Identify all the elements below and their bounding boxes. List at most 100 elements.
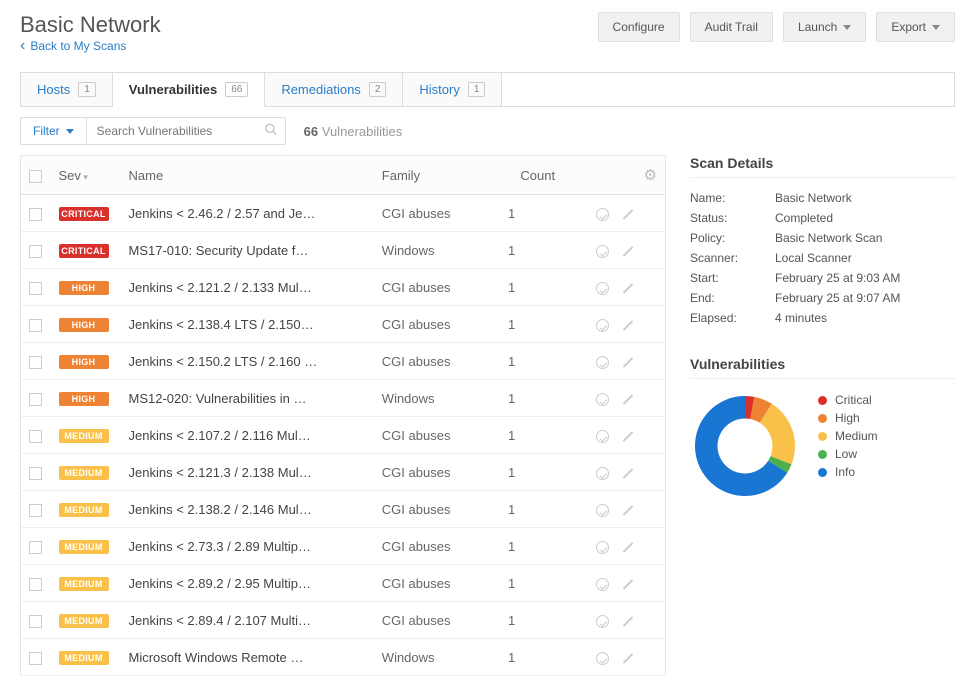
vuln-family: CGI abuses [374,417,500,454]
table-row[interactable]: MEDIUMJenkins < 2.89.2 / 2.95 Multip…CGI… [21,565,666,602]
edit-icon[interactable] [622,283,633,294]
col-family[interactable]: Family [374,156,500,195]
detail-row: Name:Basic Network [690,188,955,208]
detail-row: Scanner:Local Scanner [690,248,955,268]
search-icon[interactable] [264,123,278,140]
tab-history[interactable]: History1 [403,73,502,107]
accept-icon[interactable] [596,245,609,258]
accept-icon[interactable] [596,282,609,295]
row-checkbox[interactable] [29,393,42,406]
edit-icon[interactable] [622,653,633,664]
vuln-family: CGI abuses [374,343,500,380]
col-severity[interactable]: Sev [51,156,121,195]
row-checkbox[interactable] [29,652,42,665]
edit-icon[interactable] [622,468,633,479]
accept-icon[interactable] [596,430,609,443]
vuln-name: MS12-020: Vulnerabilities in … [121,380,374,417]
col-name[interactable]: Name [121,156,374,195]
vuln-count: 1 [500,232,576,269]
row-checkbox[interactable] [29,245,42,258]
vuln-donut-chart [690,391,800,501]
back-to-scans-link[interactable]: Back to My Scans [20,38,126,54]
tab-hosts[interactable]: Hosts1 [21,73,113,107]
legend-item[interactable]: Low [818,445,878,463]
edit-icon[interactable] [622,320,633,331]
edit-icon[interactable] [622,542,633,553]
table-row[interactable]: CRITICALJenkins < 2.46.2 / 2.57 and Je…C… [21,195,666,232]
accept-icon[interactable] [596,541,609,554]
legend-label: Critical [835,393,872,407]
vuln-count: 1 [500,565,576,602]
edit-icon[interactable] [622,209,633,220]
table-row[interactable]: HIGHJenkins < 2.121.2 / 2.133 Mul…CGI ab… [21,269,666,306]
table-row[interactable]: CRITICALMS17-010: Security Update f…Wind… [21,232,666,269]
edit-icon[interactable] [622,357,633,368]
accept-icon[interactable] [596,652,609,665]
launch-button[interactable]: Launch [783,12,866,42]
legend-label: Low [835,447,857,461]
row-checkbox[interactable] [29,504,42,517]
table-row[interactable]: MEDIUMJenkins < 2.89.4 / 2.107 Multi…CGI… [21,602,666,639]
edit-icon[interactable] [622,579,633,590]
table-row[interactable]: MEDIUMJenkins < 2.121.3 / 2.138 Mul…CGI … [21,454,666,491]
row-checkbox[interactable] [29,615,42,628]
severity-badge: HIGH [59,355,109,369]
legend-label: Medium [835,429,878,443]
row-checkbox[interactable] [29,208,42,221]
vulnerabilities-table: Sev Name Family Count ⚙ CRITICALJenkins … [20,155,666,676]
table-row[interactable]: MEDIUMJenkins < 2.138.2 / 2.146 Mul…CGI … [21,491,666,528]
legend-item[interactable]: Critical [818,391,878,409]
detail-key: Start: [690,271,775,285]
vulnerabilities-panel: Vulnerabilities CriticalHighMediumLowInf… [690,356,955,501]
table-row[interactable]: MEDIUMMicrosoft Windows Remote …Windows1 [21,639,666,676]
configure-button[interactable]: Configure [598,12,680,42]
gear-icon[interactable]: ⚙ [644,167,657,184]
row-checkbox[interactable] [29,541,42,554]
row-checkbox[interactable] [29,319,42,332]
table-row[interactable]: MEDIUMJenkins < 2.73.3 / 2.89 Multip…CGI… [21,528,666,565]
toolbar: Filter 66 Vulnerabilities [20,107,955,155]
select-all-checkbox[interactable] [29,170,42,183]
accept-icon[interactable] [596,319,609,332]
accept-icon[interactable] [596,467,609,480]
legend-label: Info [835,465,855,479]
edit-icon[interactable] [622,431,633,442]
vuln-name: Jenkins < 2.138.2 / 2.146 Mul… [121,491,374,528]
col-count[interactable]: Count [500,156,576,195]
row-checkbox[interactable] [29,356,42,369]
tab-vulnerabilities[interactable]: Vulnerabilities66 [113,73,266,107]
table-row[interactable]: HIGHJenkins < 2.138.4 LTS / 2.150…CGI ab… [21,306,666,343]
edit-icon[interactable] [622,616,633,627]
legend-item[interactable]: Medium [818,427,878,445]
table-row[interactable]: HIGH Jenkins < 2.150.2 LTS / 2.160 …CGI a… [21,343,666,380]
edit-icon[interactable] [622,394,633,405]
audit-trail-button[interactable]: Audit Trail [690,12,773,42]
accept-icon[interactable] [596,578,609,591]
vuln-name: Jenkins < 2.89.2 / 2.95 Multip… [121,565,374,602]
accept-icon[interactable] [596,393,609,406]
search-input[interactable] [86,117,286,145]
accept-icon[interactable] [596,208,609,221]
vuln-name: Jenkins < 2.150.2 LTS / 2.160 … [121,343,374,380]
accept-icon[interactable] [596,615,609,628]
edit-icon[interactable] [622,246,633,257]
tab-remediations[interactable]: Remediations2 [265,73,403,107]
legend-item[interactable]: Info [818,463,878,481]
accept-icon[interactable] [596,504,609,517]
row-checkbox[interactable] [29,467,42,480]
table-row[interactable]: HIGHMS12-020: Vulnerabilities in …Window… [21,380,666,417]
row-checkbox[interactable] [29,430,42,443]
filter-button[interactable]: Filter [20,117,86,145]
vuln-family: CGI abuses [374,602,500,639]
table-row[interactable]: MEDIUMJenkins < 2.107.2 / 2.116 Mul…CGI … [21,417,666,454]
export-button[interactable]: Export [876,12,955,42]
row-checkbox[interactable] [29,282,42,295]
severity-badge: MEDIUM [59,466,109,480]
severity-badge: MEDIUM [59,540,109,554]
accept-icon[interactable] [596,356,609,369]
tab-history-count: 1 [468,82,486,97]
edit-icon[interactable] [622,505,633,516]
severity-badge: HIGH [59,281,109,295]
legend-item[interactable]: High [818,409,878,427]
row-checkbox[interactable] [29,578,42,591]
